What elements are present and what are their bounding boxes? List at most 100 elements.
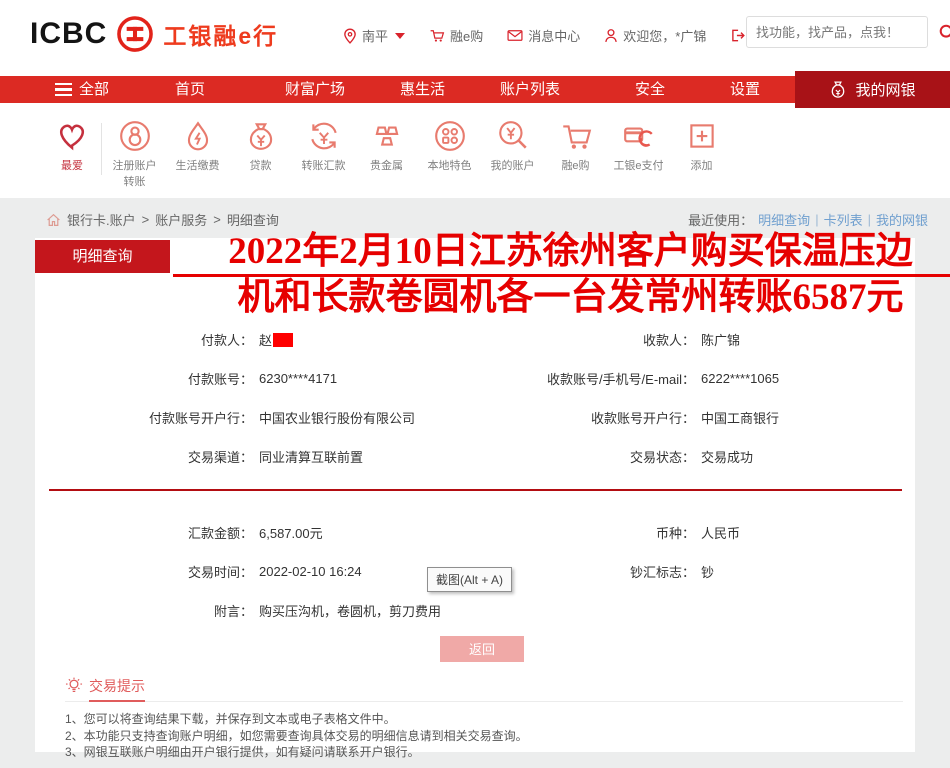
breadcrumb: 银行卡.账户 > 账户服务 > 明细查询	[46, 210, 279, 229]
redacted-name-block	[273, 333, 293, 347]
field-row-amount: 汇款金额： 6,587.00元 币种： 人民币	[35, 513, 915, 552]
payee-account-value: 6222****1065	[695, 371, 915, 386]
payee-bank-value: 中国工商银行	[695, 408, 915, 427]
brand-name: 工银融e行	[163, 17, 278, 51]
nav-item-life[interactable]: 惠生活	[400, 76, 445, 103]
search-icon[interactable]	[938, 23, 950, 42]
cash-flag-value: 钞	[695, 562, 915, 581]
recent-link-card-list[interactable]: 卡列表	[824, 210, 863, 229]
tip-line: 1、您可以将查询结果下载，并保存到文本或电子表格文件中。	[65, 711, 903, 728]
channel-value: 同业清算互联前置	[253, 447, 483, 466]
message-center-link[interactable]: 消息中心	[507, 26, 580, 45]
quick-item-my-account[interactable]: 我的账户	[481, 115, 544, 189]
payee-bank-label: 收款账号开户行：	[483, 408, 695, 427]
payee-label: 收款人：	[483, 330, 695, 349]
heart-icon	[55, 115, 89, 157]
payer-account-label: 付款账号：	[35, 369, 253, 388]
my-ebank-label: 我的网银	[855, 79, 915, 100]
nav-item-wealth[interactable]: 财富广场	[285, 76, 345, 103]
payer-bank-label: 付款账号开户行：	[35, 408, 253, 427]
my-ebank-tab[interactable]: 我的网银	[795, 71, 950, 108]
quick-item-bill-payment[interactable]: 生活缴费	[166, 115, 229, 189]
breadcrumb-row: 银行卡.账户 > 账户服务 > 明细查询 最近使用： 明细查询 | 卡列表 | …	[0, 198, 950, 238]
quick-item-precious-metal[interactable]: 贵金属	[355, 115, 418, 189]
tips-title: 交易提示	[89, 676, 145, 702]
nav-item-settings[interactable]: 设置	[730, 76, 760, 103]
top-header: ICBC 工银融e行 南平 融e购	[0, 0, 950, 76]
messages-label: 消息中心	[528, 26, 580, 45]
quick-item-emall[interactable]: 融e购	[544, 115, 607, 189]
emall-cart-icon	[559, 115, 593, 157]
cash-flag-label: 钞汇标志：	[483, 562, 695, 581]
screenshot-tooltip: 截图(Alt + A)	[427, 567, 512, 592]
location-label: 南平	[362, 26, 388, 45]
transfer-arrows-icon	[307, 115, 341, 157]
transaction-tips: 交易提示 1、您可以将查询结果下载，并保存到文本或电子表格文件中。 2、本功能只…	[35, 676, 915, 761]
nav-item-all[interactable]: 全部	[55, 76, 109, 103]
field-row-channel: 交易渠道： 同业清算互联前置 交易状态： 交易成功	[35, 437, 915, 476]
breadcrumb-current: 明细查询	[227, 210, 279, 229]
time-label: 交易时间：	[35, 562, 253, 581]
location-selector[interactable]: 南平	[343, 26, 405, 45]
account-magnifier-icon	[496, 115, 530, 157]
add-icon	[685, 115, 719, 157]
breadcrumb-level1[interactable]: 银行卡.账户	[67, 210, 136, 229]
epay-card-icon	[622, 115, 656, 157]
location-pin-icon	[343, 28, 357, 44]
breadcrumb-level2[interactable]: 账户服务	[155, 210, 207, 229]
breadcrumb-sep: >	[142, 212, 150, 227]
amount-label: 汇款金额：	[35, 523, 253, 542]
field-row-payer: 付款人： 赵 收款人： 陈广锦	[35, 320, 915, 359]
breadcrumb-sep: >	[213, 212, 221, 227]
lightbulb-icon	[65, 677, 83, 695]
hamburger-icon	[55, 83, 72, 97]
recent-label: 最近使用：	[688, 210, 753, 229]
divider	[101, 123, 102, 175]
amount-value: 6,587.00元	[253, 523, 483, 542]
quick-item-register-transfer[interactable]: 注册账户 转账	[103, 115, 166, 189]
currency-label: 币种：	[483, 523, 695, 542]
currency-value: 人民币	[695, 523, 915, 542]
search-input[interactable]	[747, 25, 938, 40]
quick-item-add[interactable]: 添加	[670, 115, 733, 189]
emall-link[interactable]: 融e购	[429, 26, 483, 45]
payee-value: 陈广锦	[695, 330, 915, 349]
field-row-bank: 付款账号开户行： 中国农业银行股份有限公司 收款账号开户行： 中国工商银行	[35, 398, 915, 437]
payer-value: 赵	[253, 330, 483, 349]
quick-item-favorites[interactable]: 最爱	[44, 115, 100, 173]
payer-bank-value: 中国农业银行股份有限公司	[253, 408, 483, 427]
nav-item-accounts[interactable]: 账户列表	[500, 76, 560, 103]
water-drop-icon	[181, 115, 215, 157]
tab-detail-query[interactable]: 明细查询	[35, 240, 170, 273]
quick-links-bar: 最爱 注册账户 转账 生活缴费 贷款 转账汇款	[0, 103, 950, 198]
payer-label: 付款人：	[35, 330, 253, 349]
quick-item-epay[interactable]: 工银e支付	[607, 115, 670, 189]
money-bag-icon	[829, 80, 847, 100]
logo-group: ICBC 工银融e行	[30, 15, 278, 53]
envelope-icon	[507, 29, 523, 42]
chevron-down-icon	[395, 33, 405, 39]
cart-icon	[429, 28, 445, 43]
favorites-label: 最爱	[61, 160, 83, 173]
welcome-user[interactable]: 欢迎您，*广锦	[604, 26, 706, 45]
recent-link-my-ebank[interactable]: 我的网银	[876, 210, 928, 229]
quick-item-loan[interactable]: 贷款	[229, 115, 292, 189]
emall-label: 融e购	[450, 26, 483, 45]
status-value: 交易成功	[695, 447, 915, 466]
annotation-overlay: 2022年2月10日江苏徐州客户购买保温压边 机和长款卷圆机各一台发常州转账65…	[173, 231, 950, 319]
annotation-line2: 机和长款卷圆机各一台发常州转账6587元	[173, 277, 950, 319]
quick-item-transfer-remit[interactable]: 转账汇款	[292, 115, 355, 189]
recent-used: 最近使用： 明细查询 | 卡列表 | 我的网银	[688, 210, 928, 229]
recent-link-detail-query[interactable]: 明细查询	[758, 210, 810, 229]
top-links: 南平 融e购 消息中心 欢迎您，*广锦 退出	[343, 26, 776, 45]
remark-label: 附言：	[35, 601, 253, 620]
back-button[interactable]: 返回	[440, 636, 524, 662]
search-box	[746, 16, 928, 48]
status-label: 交易状态：	[483, 447, 695, 466]
payee-account-label: 收款账号/手机号/E-mail：	[483, 369, 695, 388]
nav-item-security[interactable]: 安全	[635, 76, 665, 103]
nav-item-home[interactable]: 首页	[175, 76, 205, 103]
quick-item-local-features[interactable]: 本地特色	[418, 115, 481, 189]
tips-list: 1、您可以将查询结果下载，并保存到文本或电子表格文件中。 2、本功能只支持查询账…	[65, 711, 903, 761]
loan-bag-icon	[244, 115, 278, 157]
